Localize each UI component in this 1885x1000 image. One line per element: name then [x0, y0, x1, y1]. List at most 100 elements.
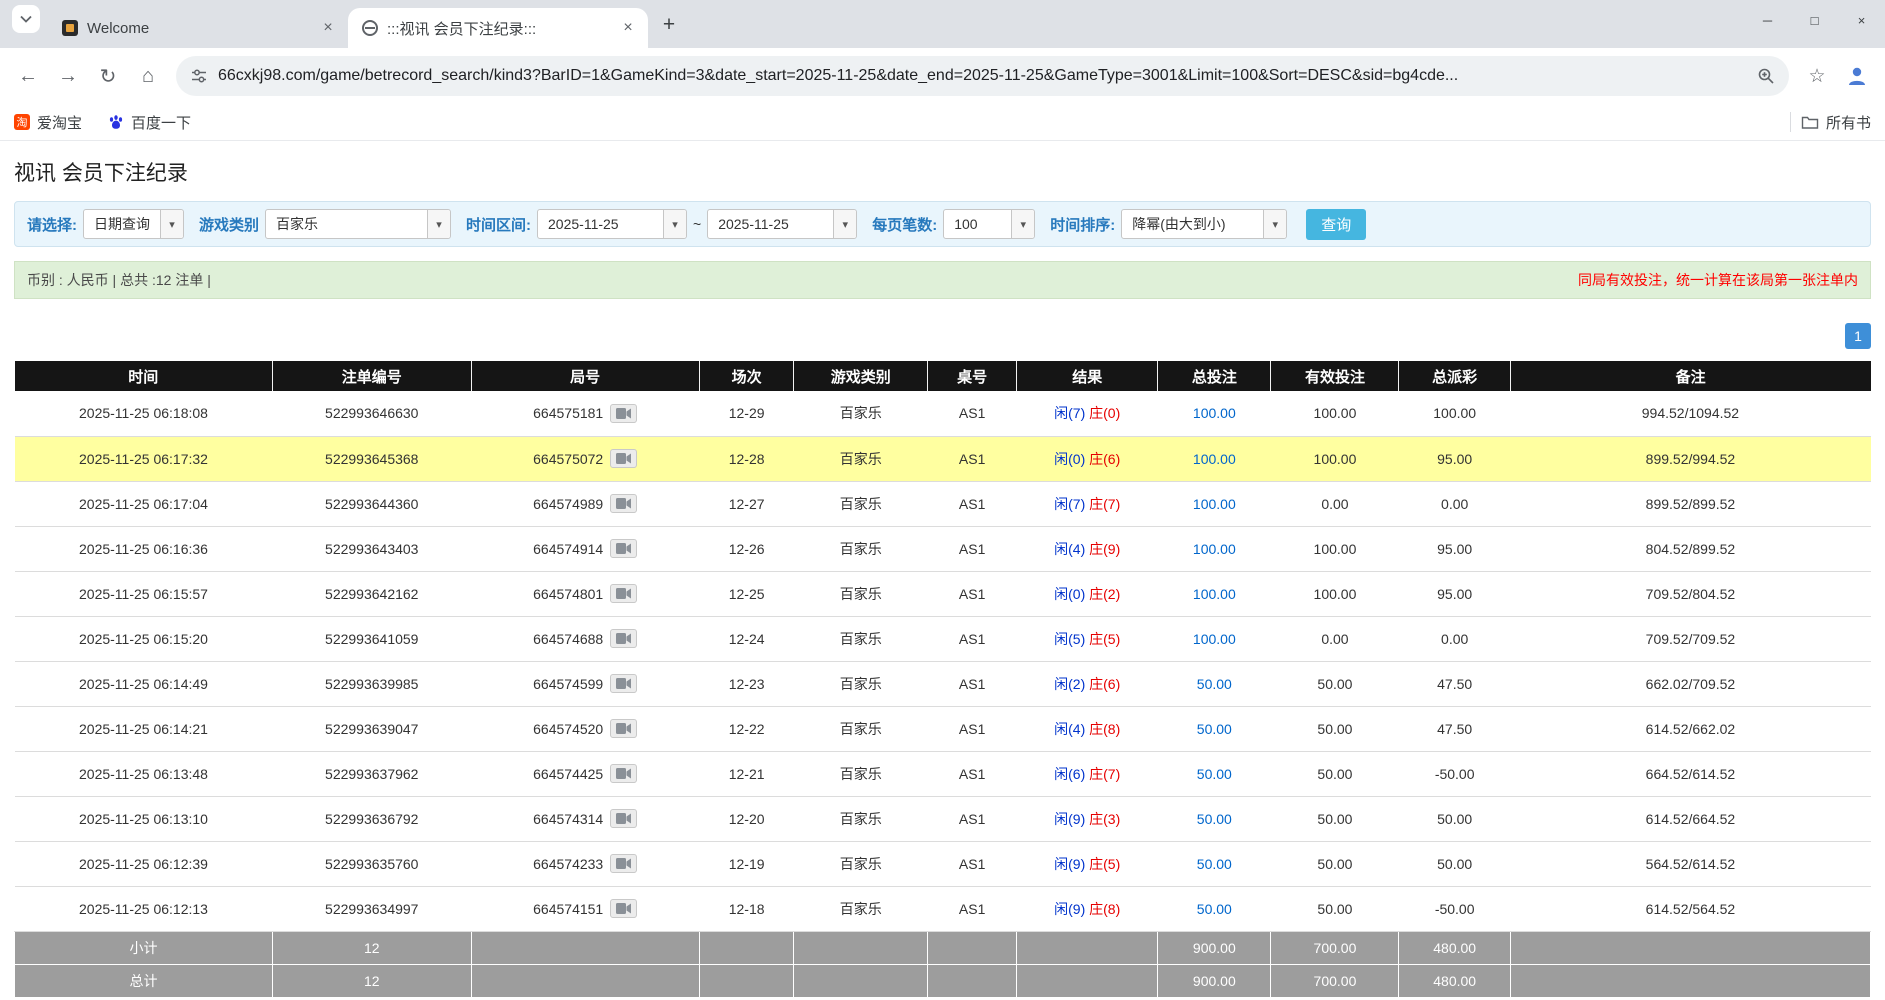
date-start-dropdown[interactable]: 2025-11-25 ▾ [537, 209, 687, 239]
total-bet-link[interactable]: 100.00 [1193, 496, 1236, 512]
result-player: 闲(4) [1054, 541, 1085, 557]
tab-search-button[interactable] [12, 5, 40, 33]
bookmark-taobao[interactable]: 淘 爱淘宝 [14, 112, 82, 133]
video-replay-button[interactable] [610, 494, 637, 513]
cell-payout: 95.00 [1399, 436, 1510, 481]
close-button[interactable]: × [1838, 0, 1885, 40]
result-banker: 庄(6) [1089, 676, 1120, 692]
cell-game-type: 百家乐 [794, 751, 928, 796]
minimize-button[interactable]: ─ [1744, 0, 1791, 40]
footer-empty-cell [794, 931, 928, 964]
sort-dropdown[interactable]: 降幂(由大到小) ▾ [1121, 209, 1287, 239]
bet-table-body: 2025-11-25 06:18:08522993646630664575181… [15, 391, 1871, 931]
total-bet-link[interactable]: 100.00 [1193, 541, 1236, 557]
video-replay-button[interactable] [610, 764, 637, 783]
site-settings-icon[interactable] [190, 67, 208, 85]
video-replay-button[interactable] [610, 899, 637, 918]
cell-valid-bet: 50.00 [1271, 661, 1399, 706]
query-type-dropdown[interactable]: 日期查询 ▾ [83, 209, 184, 239]
forward-button[interactable]: → [50, 58, 86, 94]
footer-empty-cell [1017, 964, 1158, 997]
tab-close-icon[interactable]: × [618, 18, 638, 38]
tab-bet-records[interactable]: :::视讯 会员下注纪录::: × [348, 8, 648, 48]
new-tab-button[interactable]: + [654, 10, 684, 40]
video-replay-button[interactable] [610, 449, 637, 468]
footer-empty-cell [1510, 964, 1870, 997]
address-bar[interactable]: 66cxkj98.com/game/betrecord_search/kind3… [176, 56, 1789, 96]
table-header-row: 时间 注单编号 局号 场次 游戏类别 桌号 结果 总投注 有效投注 总派彩 备注 [15, 361, 1871, 391]
all-bookmarks-label: 所有书 [1826, 112, 1871, 133]
tab-favicon [362, 20, 378, 36]
table-row: 2025-11-25 06:14:21522993639047664574520… [15, 706, 1871, 751]
total-valid-bet: 700.00 [1271, 964, 1399, 997]
back-button[interactable]: ← [10, 58, 46, 94]
cell-total-bet: 50.00 [1158, 706, 1271, 751]
page-number-button[interactable]: 1 [1845, 323, 1871, 349]
search-button[interactable]: 查询 [1306, 209, 1366, 240]
total-bet-link[interactable]: 50.00 [1197, 766, 1232, 782]
result-banker: 庄(7) [1089, 766, 1120, 782]
cell-time: 2025-11-25 06:12:39 [15, 841, 273, 886]
video-camera-icon [616, 858, 631, 869]
result-banker: 庄(7) [1089, 496, 1120, 512]
total-bet-link[interactable]: 50.00 [1197, 811, 1232, 827]
video-replay-button[interactable] [610, 539, 637, 558]
maximize-button[interactable]: □ [1791, 0, 1838, 40]
footer-empty-cell [471, 964, 699, 997]
table-row: 2025-11-25 06:12:13522993634997664574151… [15, 886, 1871, 931]
zoom-icon[interactable] [1757, 67, 1775, 85]
total-bet-link[interactable]: 50.00 [1197, 901, 1232, 917]
cell-game-type: 百家乐 [794, 571, 928, 616]
result-player: 闲(9) [1054, 856, 1085, 872]
total-bet-link[interactable]: 100.00 [1193, 451, 1236, 467]
cell-payout: 100.00 [1399, 391, 1510, 436]
result-player: 闲(6) [1054, 766, 1085, 782]
refresh-button[interactable]: ↻ [90, 58, 126, 94]
tab-close-icon[interactable]: × [318, 18, 338, 38]
video-replay-button[interactable] [610, 809, 637, 828]
video-replay-button[interactable] [610, 854, 637, 873]
total-bet-link[interactable]: 100.00 [1193, 586, 1236, 602]
cell-valid-bet: 100.00 [1271, 436, 1399, 481]
cell-round-id: 664574314 [471, 796, 699, 841]
video-replay-button[interactable] [610, 629, 637, 648]
result-banker: 庄(3) [1089, 811, 1120, 827]
cell-result: 闲(0) 庄(6) [1017, 436, 1158, 481]
cell-total-bet: 100.00 [1158, 526, 1271, 571]
date-range-separator: ~ [693, 216, 701, 232]
chevron-down-icon: ▾ [160, 210, 183, 238]
video-replay-button[interactable] [610, 674, 637, 693]
total-bet-link[interactable]: 50.00 [1197, 856, 1232, 872]
result-banker: 庄(5) [1089, 856, 1120, 872]
date-end-dropdown[interactable]: 2025-11-25 ▾ [707, 209, 857, 239]
home-button[interactable]: ⌂ [130, 58, 166, 94]
footer-empty-cell [928, 964, 1017, 997]
chevron-down-icon: ▾ [1011, 210, 1034, 238]
bookmark-baidu[interactable]: 百度一下 [108, 112, 191, 133]
profile-avatar[interactable] [1839, 58, 1875, 94]
total-bet-link[interactable]: 50.00 [1197, 721, 1232, 737]
cell-time: 2025-11-25 06:14:49 [15, 661, 273, 706]
cell-bet-id: 522993643403 [272, 526, 471, 571]
total-bet-link[interactable]: 100.00 [1193, 631, 1236, 647]
tab-welcome[interactable]: Welcome × [48, 8, 348, 48]
header-session: 场次 [699, 361, 794, 391]
video-replay-button[interactable] [610, 719, 637, 738]
per-page-dropdown[interactable]: 100 ▾ [943, 209, 1035, 239]
total-bet-link[interactable]: 50.00 [1197, 676, 1232, 692]
all-bookmarks-folder[interactable]: 所有书 [1801, 112, 1871, 133]
total-bet-link[interactable]: 100.00 [1193, 405, 1236, 421]
video-camera-icon [616, 498, 631, 509]
cell-game-type: 百家乐 [794, 436, 928, 481]
bookmark-star-icon[interactable]: ☆ [1799, 58, 1835, 94]
result-player: 闲(9) [1054, 901, 1085, 917]
video-replay-button[interactable] [610, 404, 637, 423]
game-type-dropdown[interactable]: 百家乐 ▾ [265, 209, 451, 239]
cell-round-id: 664574688 [471, 616, 699, 661]
cell-payout: 50.00 [1399, 841, 1510, 886]
video-replay-button[interactable] [610, 584, 637, 603]
bookmark-label: 爱淘宝 [37, 112, 82, 133]
cell-table-no: AS1 [928, 661, 1017, 706]
footer-empty-cell [471, 931, 699, 964]
header-time: 时间 [15, 361, 273, 391]
